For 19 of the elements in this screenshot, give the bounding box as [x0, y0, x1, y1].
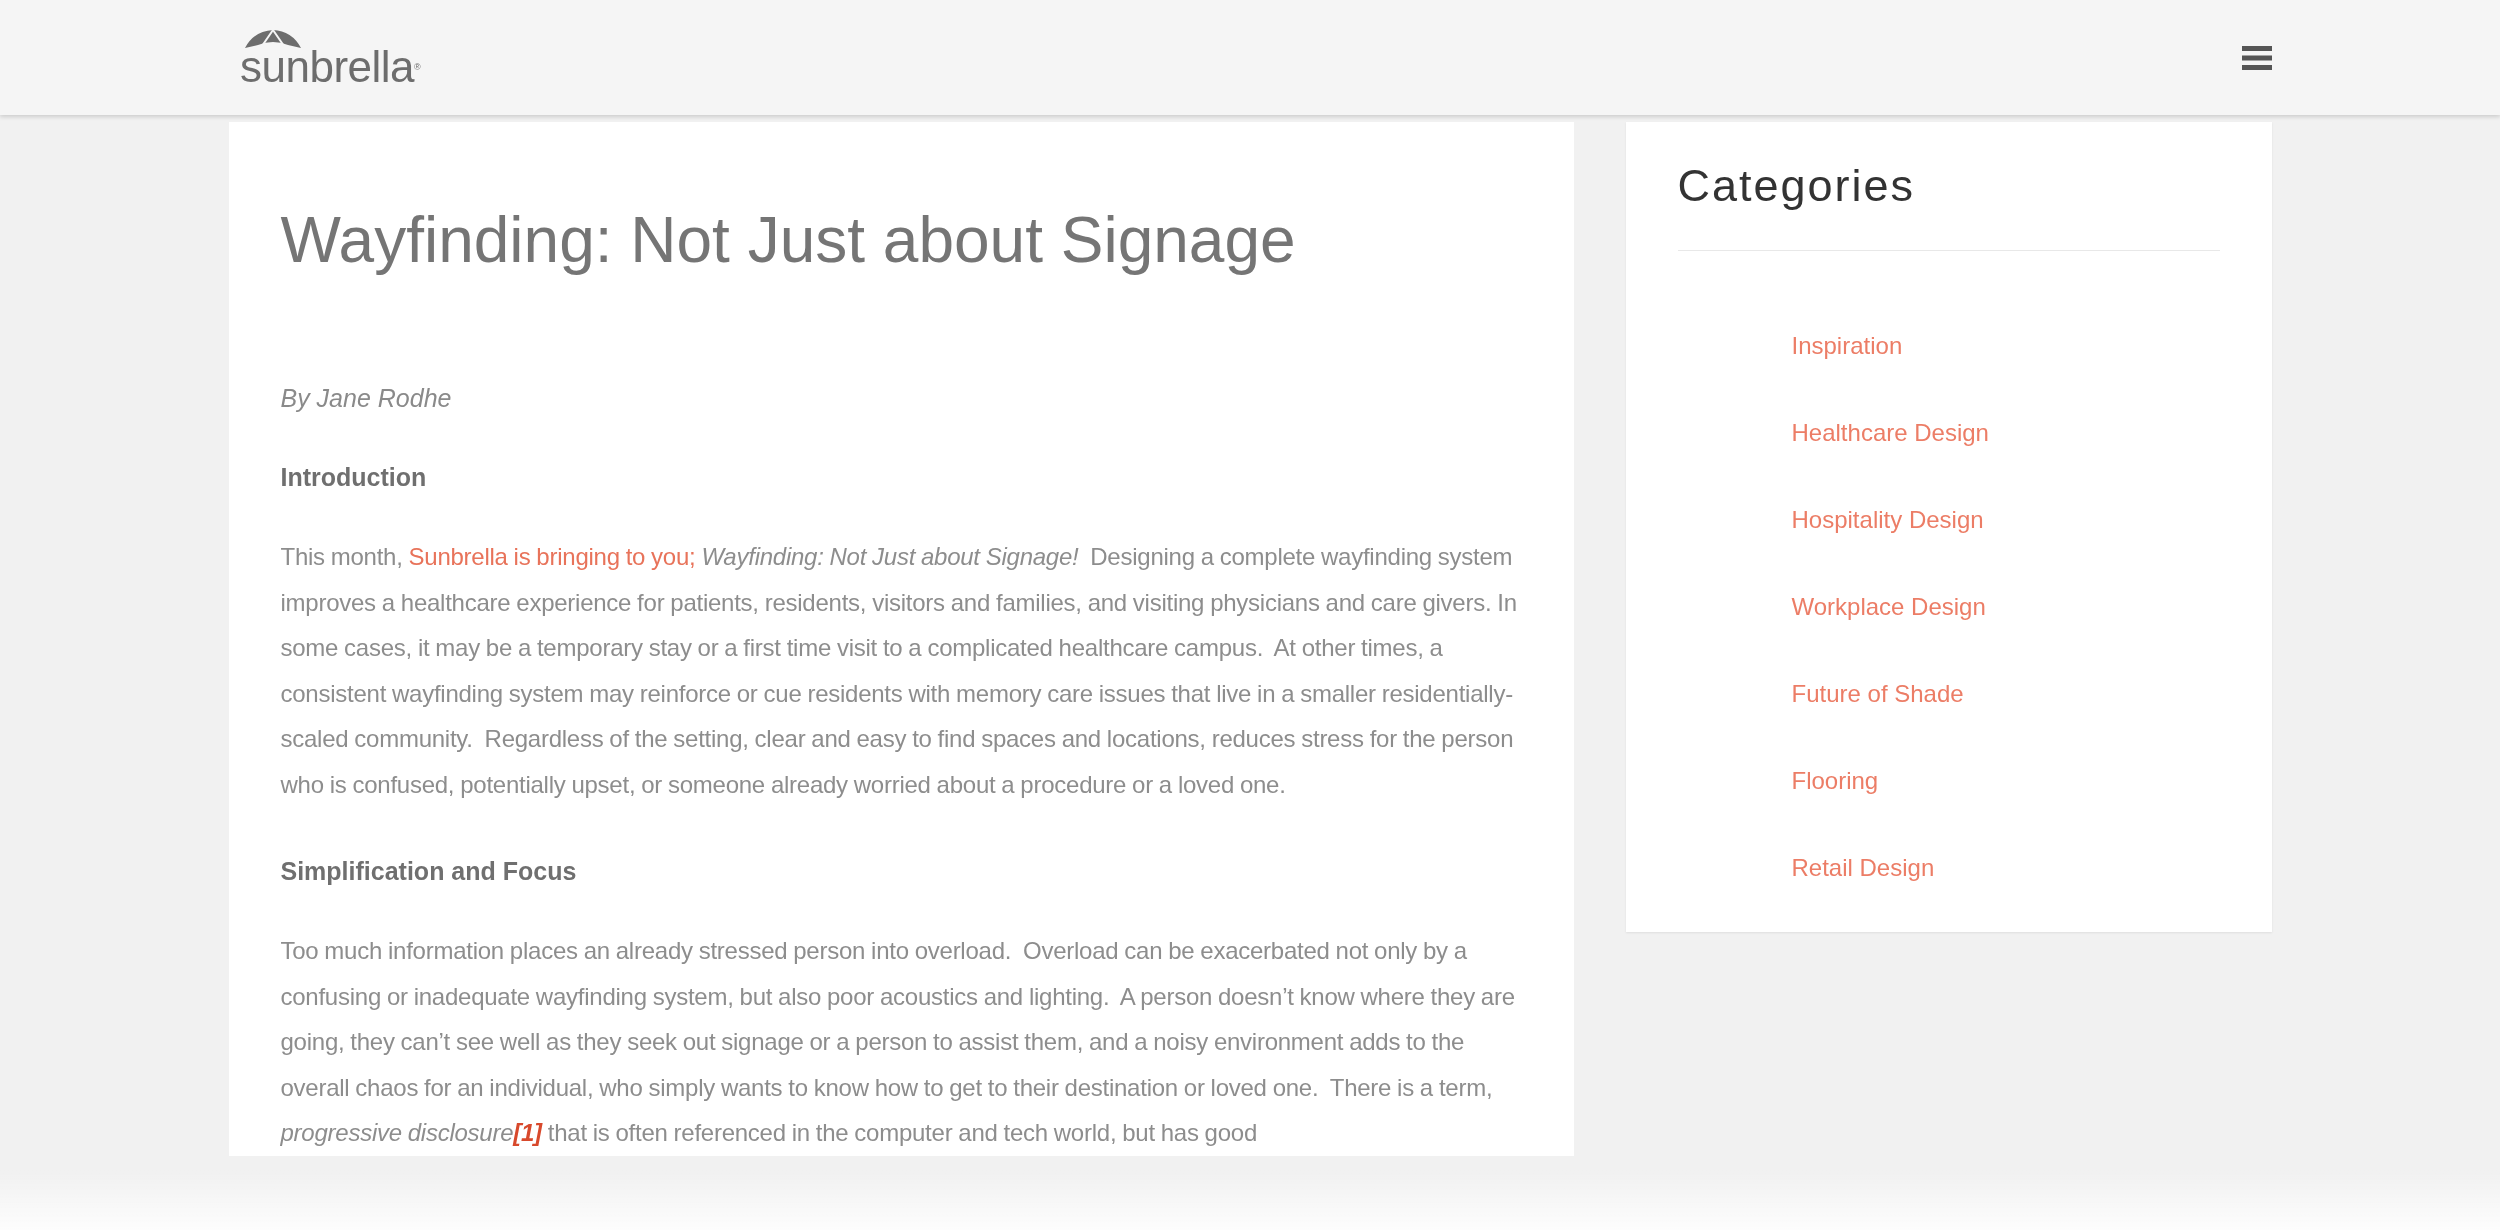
category-link[interactable]: Healthcare Design	[1791, 418, 1989, 447]
category-link[interactable]: Inspiration	[1791, 331, 1903, 360]
brand-logo[interactable]: sunbrella$^{®}$	[240, 28, 421, 87]
category-link[interactable]: Retail Design	[1791, 853, 1935, 882]
inline-link[interactable]: Sunbrella is bringing to you;	[408, 543, 696, 570]
category-link[interactable]: Workplace Design	[1791, 592, 1986, 621]
menu-icon[interactable]	[2242, 44, 2272, 71]
category-link[interactable]: Future of Shade	[1791, 679, 1964, 708]
sidebar-title: Categories	[1677, 160, 2220, 251]
paragraph: This month, Sunbrella is bringing to you; Wayfinding: Not Just about Signage! Designing a complete wayfinding system improves a healthcare experience for patients, residents, visitors and families, and visiting physicians and care givers. In some cases, it may be a temporary stay or a first time visit to a complicated healthcare campus. At other times, a consistent wayfinding system may reinforce or cue residents with memory care issues that live in a smaller residentially-scaled community. Regardless of the setting, clear and easy to find spaces and locations, reduces stress for the person who is confused, potentially upset, or someone already worried about a procedure or a loved one.	[280, 542, 1518, 800]
category-link[interactable]: Hospitality Design	[1791, 505, 1984, 534]
article-title: Wayfinding: Not Just about Signage	[280, 203, 1297, 278]
paragraph: Too much information places an already stressed person into overload. Overload can be exacerbated not only by a confusing or inadequate wayfinding system, but also poor acoustics and lighting. A person doesn’t know where they are going, they can’t see well as they seek out signage or a person to assist them, and a noisy environment adds to the overall chaos for an individual, who simply wants to know how to get to their destination or loved one. There is a term, progressive disclosure[1] that is often referenced in the computer and tech world, but has good	[280, 936, 1516, 1148]
section-heading: Simplification and Focus	[280, 857, 578, 886]
byline: By Jane Rodhe	[280, 384, 453, 413]
category-link[interactable]: Flooring	[1791, 766, 1879, 795]
umbrella-icon	[244, 28, 302, 49]
footnote-link[interactable]: [1]	[513, 1119, 542, 1146]
section-heading: Introduction	[280, 463, 428, 492]
